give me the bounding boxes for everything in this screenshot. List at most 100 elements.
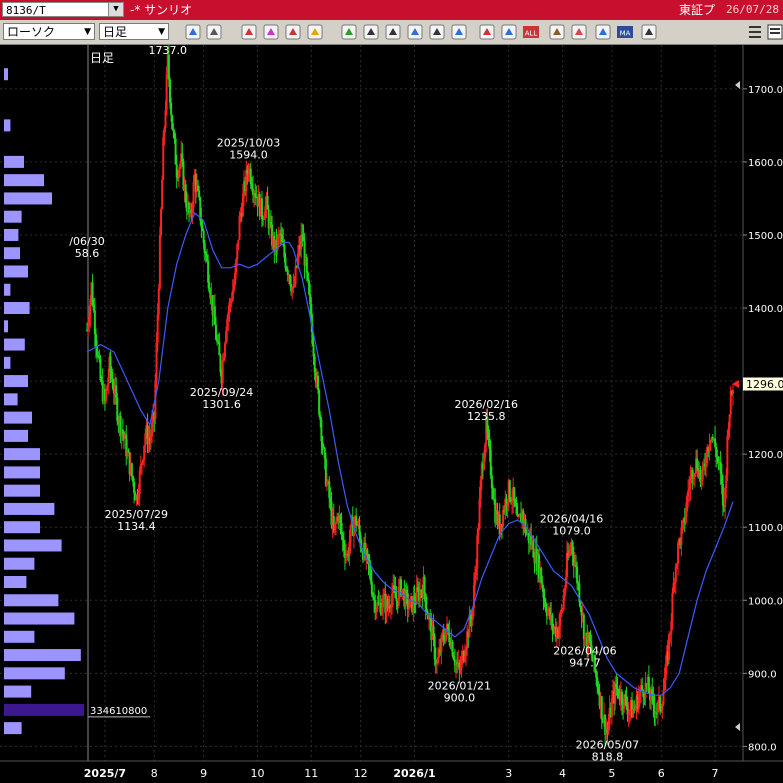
volume-profile-label: 334610800: [90, 706, 147, 717]
alert-icon[interactable]: [306, 23, 324, 41]
volume-profile-bar: [4, 68, 8, 81]
x-tick-label: 6: [658, 767, 665, 780]
bar-icon[interactable]: [500, 23, 518, 41]
x-tick-label: 3: [505, 767, 512, 780]
candle-down: [170, 102, 173, 115]
all-icon[interactable]: ALL: [522, 23, 540, 41]
marker-text: -*: [130, 3, 141, 17]
candle-up: [223, 343, 226, 358]
volume-profile-bar: [4, 174, 44, 187]
chart-type-select[interactable]: ローソク ▼: [3, 23, 95, 40]
candle-down: [305, 257, 308, 273]
all-icon-label: ALL: [525, 30, 538, 38]
symbol-input[interactable]: 8136/T ▼: [2, 2, 124, 17]
candle-down: [395, 598, 398, 602]
scroll-up-icon[interactable]: [735, 81, 740, 89]
candle-down: [616, 687, 619, 690]
volume-profile-bar: [4, 576, 27, 588]
symbol-dropdown-icon[interactable]: ▼: [108, 3, 123, 16]
period-select[interactable]: 日足 ▼: [99, 23, 169, 40]
ma-icon[interactable]: MA: [616, 23, 634, 41]
grid: [0, 45, 743, 761]
note-icon[interactable]: [428, 23, 446, 41]
volume-profile-bar: [4, 594, 59, 607]
volume-profile-bar: [4, 630, 35, 643]
time-axis: 2025/7 8 9 10 11 12 2026/1 3 4 5 6 7: [84, 767, 719, 780]
x-tick-label: 4: [559, 767, 566, 780]
date-label: 26/07/28: [726, 3, 779, 16]
price-axis: 1700.01600.01500.01400.01300.01200.01100…: [743, 85, 783, 753]
volume-profile-bar: [4, 612, 75, 625]
volume-profile-bar: [4, 667, 65, 680]
candle-up: [382, 595, 385, 608]
panel-icon[interactable]: [766, 23, 783, 41]
x-tick-label: 2025/7: [84, 767, 126, 780]
candle-down: [508, 480, 511, 500]
candle-up: [161, 179, 164, 210]
trash-icon[interactable]: [450, 23, 468, 41]
candle-up: [349, 525, 352, 543]
candle-up: [237, 239, 240, 244]
zoom-icon[interactable]: [184, 23, 202, 41]
menu-icon[interactable]: [746, 23, 764, 41]
y-tick-label: 1400.0: [748, 304, 783, 315]
volume-profile-bar: [4, 247, 20, 260]
price-chart[interactable]: 334610800 日足 /06/3058.62025/08/181737.02…: [0, 45, 783, 783]
market-label: 東証プ: [678, 3, 715, 17]
volume-profile-bar: [4, 722, 22, 735]
candle-down: [167, 54, 170, 80]
annotation-price: 1079.0: [552, 525, 591, 538]
candle-mark-icon[interactable]: [240, 23, 258, 41]
toolbar: ローソク ▼ 日足 ▼ ALL MA: [0, 20, 783, 45]
ma-icon-label: MA: [620, 30, 631, 38]
period-value: 日足: [103, 25, 128, 39]
candle-icon[interactable]: [478, 23, 496, 41]
candle-up: [157, 288, 160, 315]
x-tick-label: 11: [304, 767, 318, 780]
layout-icon[interactable]: [205, 23, 223, 41]
annotation-price: 1594.0: [229, 148, 268, 161]
chevron-down-icon: ▼: [84, 27, 91, 37]
candle-up: [192, 182, 195, 207]
y-tick-label: 800.0: [748, 742, 777, 753]
candle-up: [726, 436, 729, 475]
annotation-price: 1134.4: [117, 520, 156, 533]
x-tick-label: 9: [200, 767, 207, 780]
candle-down: [600, 696, 603, 720]
candle-up: [294, 266, 297, 285]
x-tick-label: 8: [151, 767, 158, 780]
pattern-icon[interactable]: [548, 23, 566, 41]
scale-icon[interactable]: [594, 23, 612, 41]
volume-profile-bar: [4, 429, 28, 442]
candle-down: [130, 463, 133, 477]
volume-profile-max-bar: [4, 703, 84, 716]
draw-line-icon[interactable]: [340, 23, 358, 41]
volume-profile-bar: [4, 448, 40, 461]
candle-up: [165, 74, 168, 111]
y-tick-label: 1200.0: [748, 450, 783, 461]
color-icon[interactable]: [570, 23, 588, 41]
split-icon[interactable]: [284, 23, 302, 41]
volume-profile-bar: [4, 557, 35, 570]
current-price-marker: 1296.0: [732, 377, 783, 391]
volume-profile-bar: [4, 265, 28, 278]
volume-profile: 334610800: [4, 68, 150, 735]
scroll-down-icon[interactable]: [735, 723, 740, 731]
chart-type-value: ローソク: [7, 25, 56, 39]
arrow-icon[interactable]: [406, 23, 424, 41]
volume-profile-bar: [4, 685, 32, 698]
x-tick-label: 5: [608, 767, 615, 780]
volume-profile-bar: [4, 228, 19, 241]
edit-icon[interactable]: [362, 23, 380, 41]
volume-profile-bar: [4, 375, 28, 388]
annotation-price: 58.6: [75, 247, 100, 260]
candle-down: [423, 576, 426, 594]
cursor-icon[interactable]: [384, 23, 402, 41]
x-tick-label: 2026/1: [393, 767, 435, 780]
y-tick-label: 1600.0: [748, 158, 783, 169]
volume-profile-bar: [4, 521, 40, 534]
search-icon[interactable]: [262, 23, 280, 41]
settings-icon[interactable]: [640, 23, 658, 41]
candle-up: [671, 593, 674, 622]
volume-profile-bar: [4, 356, 11, 369]
